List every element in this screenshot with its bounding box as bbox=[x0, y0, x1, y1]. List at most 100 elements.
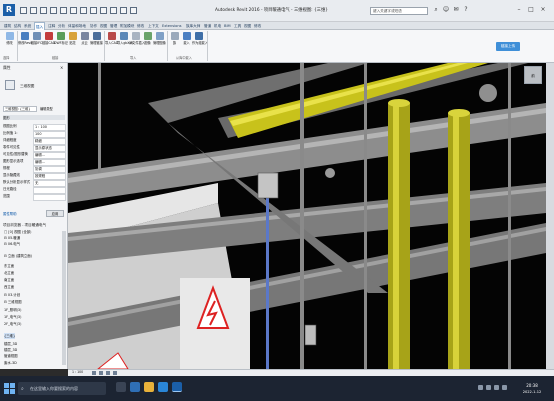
tree-item-selected[interactable]: {三维} bbox=[4, 333, 16, 339]
task-view-icon[interactable] bbox=[116, 382, 126, 392]
help-icon[interactable]: ? bbox=[462, 6, 470, 14]
load-as-group-button[interactable]: 作为组载入 bbox=[192, 32, 208, 52]
section-icon[interactable] bbox=[100, 7, 107, 14]
tree-item[interactable]: 东立面 bbox=[4, 263, 14, 269]
tab-massing[interactable]: 体量和场地 bbox=[68, 22, 86, 30]
tab-extensions[interactable]: Extensions bbox=[162, 22, 182, 30]
tree-item[interactable]: ⊟ 03.计划 bbox=[4, 292, 20, 298]
maximize-icon[interactable]: □ bbox=[527, 6, 535, 14]
clock-date[interactable]: 2022-1-12 bbox=[517, 390, 547, 394]
prop-row[interactable]: 视图比例 1 : 100 bbox=[3, 123, 66, 131]
user-icon[interactable]: ☺ bbox=[442, 6, 450, 14]
dwf-markup-button[interactable]: DWF标记 bbox=[54, 32, 68, 52]
detail-level-icon[interactable] bbox=[92, 371, 96, 375]
shadows-icon[interactable] bbox=[113, 371, 117, 375]
family-button[interactable]: 族 bbox=[169, 32, 180, 52]
tree-item[interactable]: 北立面 bbox=[4, 270, 14, 276]
app-icon[interactable] bbox=[130, 382, 140, 392]
link-revit-button[interactable]: 修改Revit bbox=[18, 32, 32, 52]
modify-button[interactable]: 修改 bbox=[4, 32, 15, 52]
save-icon[interactable] bbox=[30, 7, 37, 14]
print-icon[interactable] bbox=[60, 7, 67, 14]
sun-path-icon[interactable] bbox=[106, 371, 110, 375]
tab-addins[interactable]: 附加模块 bbox=[120, 22, 134, 30]
revit-logo-icon[interactable]: R bbox=[3, 4, 15, 16]
browser-icon[interactable] bbox=[158, 382, 168, 392]
search-icon[interactable]: ⌕ bbox=[432, 6, 440, 14]
point-cloud-button[interactable]: 点云 bbox=[79, 32, 90, 52]
tab-manage[interactable]: 管理 bbox=[110, 22, 117, 30]
tree-item[interactable]: 西立面 bbox=[4, 284, 14, 290]
prop-row[interactable]: 默认分析显示样式无 bbox=[3, 179, 66, 187]
prop-row[interactable]: 显示隐藏线 按规程 bbox=[3, 172, 66, 180]
tree-item[interactable]: 南立面 bbox=[4, 277, 14, 283]
view-selector[interactable]: 三维视图: {三维} bbox=[3, 106, 37, 112]
apply-button[interactable]: 应用 bbox=[46, 210, 64, 217]
3d-viewport[interactable] bbox=[68, 63, 546, 369]
close-icon[interactable]: × bbox=[539, 6, 547, 14]
tab-structure[interactable]: 结构 bbox=[14, 22, 21, 30]
tab-architecture[interactable]: 建筑 bbox=[4, 22, 11, 30]
edit-type-button[interactable]: 编辑类型 bbox=[40, 106, 65, 112]
tab-analyze[interactable]: 分析 bbox=[58, 22, 65, 30]
tab-bim[interactable]: BIM bbox=[224, 22, 231, 30]
tab-view-2[interactable]: 视图 bbox=[244, 22, 251, 30]
prop-row[interactable]: 详细程度 精细 bbox=[3, 137, 66, 145]
view-navigation-bar[interactable] bbox=[546, 63, 554, 369]
import-gbxml-button[interactable]: 导入gbXML bbox=[117, 32, 134, 52]
prop-row[interactable]: 零件可见性 显示原状态 bbox=[3, 144, 66, 152]
insert-from-file-button[interactable]: 从文件插入 bbox=[129, 32, 145, 52]
close-properties-icon[interactable]: × bbox=[60, 65, 63, 70]
close-hidden-icon[interactable] bbox=[120, 7, 127, 14]
link-ifc-button[interactable]: 链接IFC bbox=[31, 32, 42, 52]
prop-row[interactable]: 日光路径 bbox=[3, 186, 66, 194]
view-scale[interactable]: 1 : 100 bbox=[72, 370, 83, 374]
thin-lines-icon[interactable] bbox=[110, 7, 117, 14]
tree-item[interactable]: 废水-3D bbox=[4, 360, 17, 366]
network-icon[interactable] bbox=[478, 385, 483, 390]
tab-tools[interactable]: 工具 bbox=[234, 22, 241, 30]
open-icon[interactable] bbox=[20, 7, 27, 14]
undo-icon[interactable] bbox=[40, 7, 47, 14]
tree-item[interactable]: ⊟ 立面 (建筑立面) bbox=[4, 253, 32, 259]
tab-context[interactable]: 上下文 bbox=[148, 22, 159, 30]
tree-item[interactable]: ⊟ 06.电气 bbox=[4, 241, 20, 247]
switch-windows-icon[interactable] bbox=[130, 7, 137, 14]
file-explorer-icon[interactable] bbox=[144, 382, 154, 392]
prop-row[interactable]: 可见性/图形替换 编辑... bbox=[3, 151, 66, 159]
manage-links-button[interactable]: 管理链接 bbox=[90, 32, 103, 52]
tree-item[interactable]: 2F_电气(3) bbox=[4, 321, 21, 327]
taskbar-search-input[interactable]: 在这里输入你要搜索的内容 bbox=[18, 382, 106, 395]
load-family-button[interactable]: 载入 bbox=[181, 32, 192, 52]
prop-row[interactable]: 比例值 1: 100 bbox=[3, 130, 66, 138]
minimize-icon[interactable]: – bbox=[515, 6, 523, 14]
import-cad-button[interactable]: 导入CAD bbox=[105, 32, 118, 52]
image-button[interactable]: 图像 bbox=[142, 32, 153, 52]
windows-start-icon[interactable] bbox=[4, 383, 15, 394]
revit-taskbar-icon[interactable] bbox=[172, 382, 182, 392]
tree-item[interactable]: 1F_电气(3) bbox=[4, 314, 21, 320]
tab-modify[interactable]: 修改 bbox=[137, 22, 144, 30]
tab-annotate[interactable]: 注释 bbox=[48, 22, 55, 30]
tab-view[interactable]: 视图 bbox=[100, 22, 107, 30]
battery-icon[interactable] bbox=[494, 385, 499, 390]
clock-time[interactable]: 20:38 bbox=[517, 383, 547, 388]
link-upload-button[interactable]: 链接上传 bbox=[496, 42, 520, 51]
tab-insert[interactable]: 插入 bbox=[34, 22, 45, 30]
tree-item[interactable]: 管道视图 bbox=[4, 353, 18, 359]
properties-help-link[interactable]: 属性帮助 bbox=[3, 211, 17, 216]
tree-item[interactable]: ⊟ 三维视图 bbox=[4, 299, 21, 305]
decal-button[interactable]: 贴花 bbox=[67, 32, 78, 52]
prop-row[interactable]: 规程 协调 bbox=[3, 165, 66, 173]
prop-row[interactable]: 范围 bbox=[3, 193, 66, 201]
link-cad-button[interactable]: 链接CAD bbox=[42, 32, 55, 52]
prop-row[interactable]: 图形显示选项 编辑... bbox=[3, 158, 66, 166]
3d-view-icon[interactable] bbox=[90, 7, 97, 14]
manage-images-button[interactable]: 管理图像 bbox=[153, 32, 166, 52]
tab-systems[interactable]: 系统 bbox=[24, 22, 31, 30]
tab-pipe[interactable]: 管道 bbox=[204, 22, 211, 30]
cart-icon[interactable]: ✉ bbox=[452, 6, 460, 14]
redo-icon[interactable] bbox=[50, 7, 57, 14]
tree-item[interactable]: 1F_照明(3) bbox=[4, 307, 21, 313]
tab-mep[interactable]: 机电 bbox=[214, 22, 221, 30]
